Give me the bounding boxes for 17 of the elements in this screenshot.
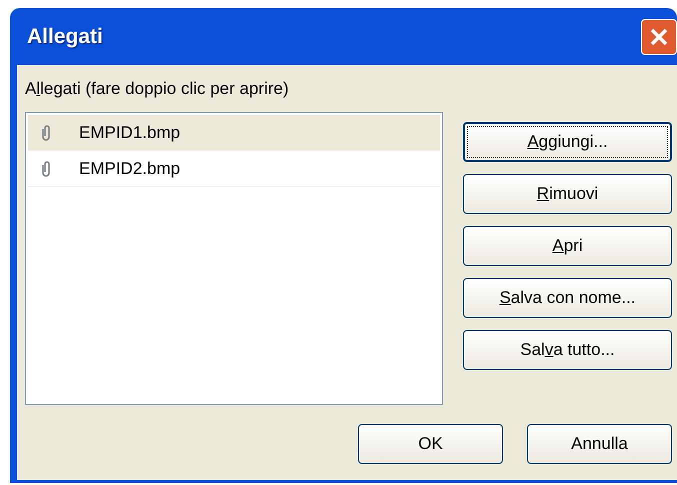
action-button[interactable]: Salva con nome...: [463, 278, 672, 318]
close-icon: [649, 26, 669, 46]
dialog-button[interactable]: Annulla: [527, 424, 672, 464]
file-name: EMPID1.bmp: [79, 122, 180, 144]
close-button[interactable]: [641, 18, 677, 54]
window-title: Allegati: [27, 24, 103, 50]
dialog-button[interactable]: OK: [358, 424, 503, 464]
list-label: Allegati (fare doppio clic per aprire): [25, 78, 290, 100]
paperclip-icon: [40, 160, 52, 178]
action-button[interactable]: Salva tutto...: [463, 330, 672, 370]
attachment-row[interactable]: EMPID1.bmp: [28, 115, 440, 151]
file-name: EMPID2.bmp: [79, 158, 180, 180]
action-button[interactable]: Aggiungi...: [463, 122, 672, 162]
action-button[interactable]: Rimuovi: [463, 174, 672, 214]
action-button[interactable]: Apri: [463, 226, 672, 266]
paperclip-icon: [40, 124, 52, 142]
attachment-list[interactable]: EMPID1.bmp EMPID2.bmp: [25, 112, 443, 405]
